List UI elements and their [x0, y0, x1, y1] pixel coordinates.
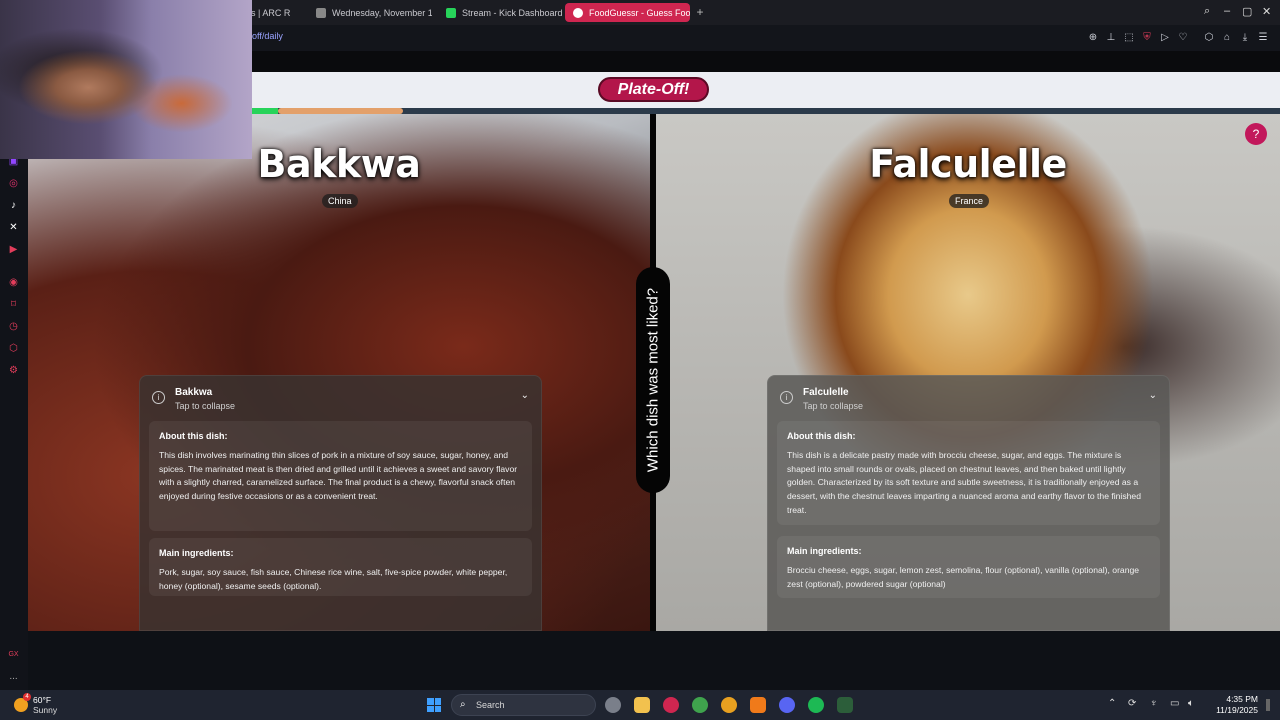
- play-icon[interactable]: ▷: [1159, 32, 1171, 44]
- microphone-icon[interactable]: ♆: [1150, 698, 1158, 709]
- chevron-up-icon[interactable]: ⌃: [1108, 698, 1116, 709]
- collapse-hint: Tap to collapse: [803, 401, 864, 411]
- x-icon[interactable]: ✕: [7, 221, 20, 234]
- tiktok-icon[interactable]: ♪: [7, 199, 20, 212]
- url-text[interactable]: off/daily: [252, 31, 283, 41]
- extensions-icon[interactable]: ⬡: [1203, 32, 1215, 44]
- info-icon: i: [780, 391, 793, 404]
- dish-origin-badge: China: [322, 194, 358, 208]
- volume-icon[interactable]: 🔈︎: [1188, 698, 1194, 709]
- maximize-icon[interactable]: ▢: [1242, 5, 1252, 18]
- start-button[interactable]: [427, 698, 441, 712]
- heart-icon[interactable]: ♡: [1177, 32, 1189, 44]
- tab-kick-dashboard[interactable]: Stream - Kick Dashboard: [438, 3, 562, 22]
- search-label: Search: [476, 700, 505, 710]
- ingredients-text: Brocciu cheese, eggs, sugar, lemon zest,…: [787, 565, 1140, 589]
- weather-badge: 4: [23, 693, 31, 701]
- about-section: About this dish: This dish is a delicate…: [777, 421, 1160, 525]
- tab-foodguessr[interactable]: FoodGuessr - Guess Food: [565, 3, 690, 22]
- weather-temperature: 60°F: [33, 695, 52, 705]
- plate-off-logo[interactable]: Plate-Off!: [598, 77, 709, 102]
- question-text: Which dish was most liked?: [644, 287, 662, 473]
- windows-taskbar: 4 60°F Sunny ⌕ Search ⌃ ⟳ ♆ ▭ 🔈︎ 4:35 PM…: [0, 690, 1280, 720]
- ingredients-title: Main ingredients:: [159, 548, 234, 558]
- foodguessr-icon: [573, 7, 583, 18]
- about-title: About this dish:: [787, 431, 856, 441]
- chrome-icon[interactable]: [692, 697, 708, 713]
- tab-label: Wednesday, November 1: [332, 7, 432, 18]
- card-header[interactable]: i Falculelle Tap to collapse ⌄: [768, 376, 1169, 416]
- network-icon[interactable]: ▭: [1170, 698, 1179, 709]
- dish-info-card-right: i Falculelle Tap to collapse ⌄ About thi…: [767, 375, 1170, 631]
- collapse-hint: Tap to collapse: [175, 401, 236, 411]
- wallet-icon[interactable]: ⌂: [1221, 32, 1233, 44]
- help-button[interactable]: ?: [1245, 123, 1267, 145]
- sync-icon[interactable]: ⟳: [1128, 698, 1136, 709]
- new-tab-button[interactable]: +: [694, 6, 706, 18]
- menu-icon[interactable]: ☰: [1257, 32, 1269, 44]
- ingredients-text: Pork, sugar, soy sauce, fish sauce, Chin…: [159, 567, 508, 591]
- card-title: Falculelle: [803, 387, 849, 398]
- question-pill: Which dish was most liked?: [636, 267, 670, 493]
- minimize-icon[interactable]: –: [1224, 5, 1230, 17]
- opera-gx-icon[interactable]: [663, 697, 679, 713]
- cube-icon[interactable]: ⬡: [7, 342, 20, 355]
- dish-info-card-left: i Bakkwa Tap to collapse ⌄ About this di…: [139, 375, 542, 631]
- chevron-down-icon[interactable]: ⌄: [1149, 390, 1157, 401]
- tab-label: FoodGuessr - Guess Food: [589, 7, 690, 18]
- clock-time[interactable]: 4:35 PM: [1216, 694, 1258, 704]
- pin-icon[interactable]: ⊥: [1105, 32, 1117, 44]
- card-title: Bakkwa: [175, 387, 213, 398]
- tab-label: Stream - Kick Dashboard: [462, 7, 562, 18]
- webcam-overlay: [0, 0, 252, 159]
- download-icon[interactable]: ⤓: [1239, 32, 1251, 44]
- about-text: This dish is a delicate pastry made with…: [787, 450, 1141, 515]
- ingredients-title: Main ingredients:: [787, 546, 862, 556]
- close-icon[interactable]: ✕: [1262, 5, 1271, 18]
- bookmark-icon[interactable]: ⌑: [7, 298, 20, 311]
- grid-icon: [316, 7, 326, 18]
- about-text: This dish involves marinating thin slice…: [159, 450, 518, 502]
- more-icon[interactable]: ...: [7, 670, 20, 683]
- discord-icon[interactable]: [779, 697, 795, 713]
- info-icon: i: [152, 391, 165, 404]
- about-title: About this dish:: [159, 431, 228, 441]
- search-icon: ⌕: [460, 699, 466, 710]
- file-explorer-icon[interactable]: [634, 697, 650, 713]
- clock-date[interactable]: 11/19/2025: [1210, 705, 1258, 715]
- card-header[interactable]: i Bakkwa Tap to collapse ⌄: [140, 376, 541, 416]
- dish-name: Falculelle: [869, 142, 1067, 186]
- media-icon[interactable]: [721, 697, 737, 713]
- zoom-icon[interactable]: ⊕: [1087, 32, 1099, 44]
- spotify-icon[interactable]: [808, 697, 824, 713]
- task-view-icon[interactable]: [605, 697, 621, 713]
- player-icon[interactable]: ◉: [7, 276, 20, 289]
- kick-icon: [446, 7, 456, 18]
- chevron-down-icon[interactable]: ⌄: [521, 390, 529, 401]
- instagram-icon[interactable]: ◎: [7, 177, 20, 190]
- weather-description: Sunny: [33, 705, 58, 715]
- dish-origin-badge: France: [949, 194, 990, 208]
- app-a-icon[interactable]: [750, 697, 766, 713]
- snapshot-icon[interactable]: ⬚: [1123, 32, 1135, 44]
- gx-label[interactable]: GX: [7, 648, 20, 661]
- ingredients-section: Main ingredients: Brocciu cheese, eggs, …: [777, 536, 1160, 598]
- show-desktop-button[interactable]: [1266, 699, 1270, 711]
- settings-icon[interactable]: ⚙: [7, 364, 20, 377]
- youtube-icon[interactable]: ▶: [7, 243, 20, 256]
- about-section: About this dish: This dish involves mari…: [149, 421, 532, 531]
- tab-wednesday[interactable]: Wednesday, November 1: [308, 3, 432, 22]
- taskbar-search[interactable]: ⌕ Search: [451, 694, 596, 716]
- app-terminal-icon[interactable]: [837, 697, 853, 713]
- search-tabs-icon[interactable]: ⌕: [1204, 5, 1210, 18]
- ingredients-section: Main ingredients: Pork, sugar, soy sauce…: [149, 538, 532, 596]
- shield-icon[interactable]: ⛨: [1141, 32, 1153, 44]
- history-icon[interactable]: ◷: [7, 320, 20, 333]
